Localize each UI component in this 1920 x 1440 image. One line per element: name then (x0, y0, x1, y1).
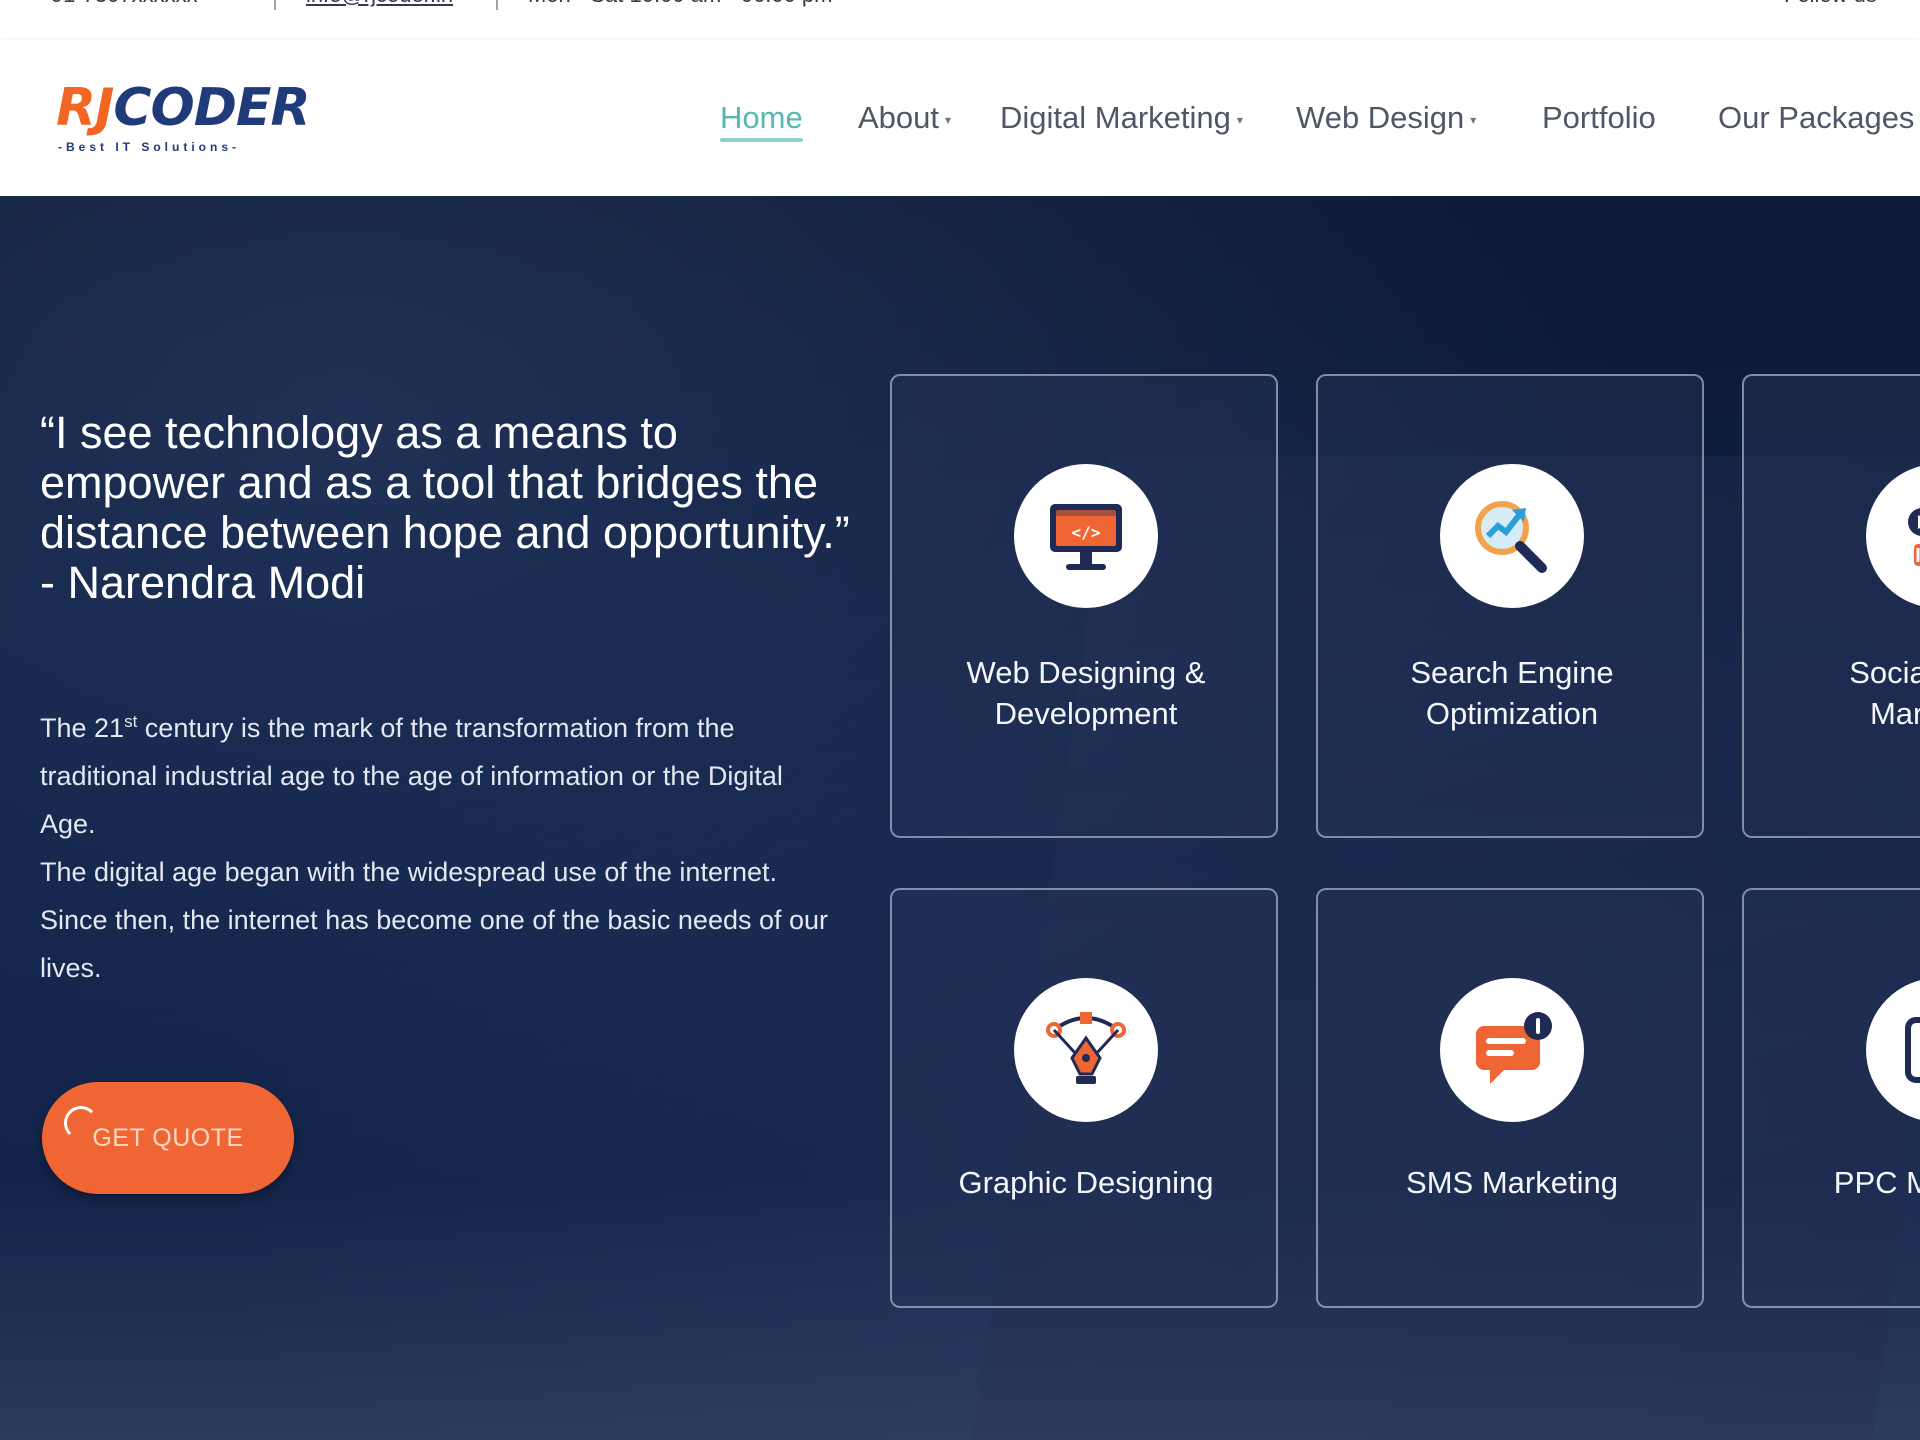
service-card-title-line1: Web Designing & (966, 655, 1206, 690)
service-card-sms-marketing[interactable]: SMS Marketing (1316, 888, 1704, 1308)
svg-text:</>: </> (1072, 523, 1101, 542)
service-card-title-line1: PPC Marketing (1833, 1165, 1920, 1200)
topbar-email[interactable]: info@rjcoder.in (306, 0, 453, 8)
nav-web-design[interactable]: Web Design ▾ (1296, 98, 1476, 140)
nav-our-packages-label: Our Packages (1718, 100, 1915, 135)
service-card-title-line2: Development (994, 696, 1178, 731)
site-logo[interactable]: RJCODER -Best IT Solutions- (56, 78, 310, 158)
nav-digital-marketing-label: Digital Marketing (1000, 100, 1231, 135)
hero-quote-text: “I see technology as a means to empower … (40, 407, 850, 558)
hero-paragraph-1-sup: st (124, 712, 138, 731)
service-card-seo[interactable]: Search Engine Optimization (1316, 374, 1704, 838)
logo-part-coder: CODER (113, 78, 310, 138)
seo-magnifier-icon (1440, 464, 1584, 608)
hero-description: The 21st century is the mark of the tran… (40, 704, 840, 992)
nav-portfolio-label: Portfolio (1542, 100, 1656, 135)
nav-about[interactable]: About ▾ (858, 98, 951, 140)
web-development-icon: </> (1014, 464, 1158, 608)
hero-quote-author: - Narendra Modi (40, 557, 366, 608)
service-card-title-line1: Search Engine (1410, 655, 1614, 690)
social-media-icon (1866, 464, 1920, 608)
loading-spinner-icon (64, 1106, 98, 1140)
service-card-graphic-design[interactable]: Graphic Designing (890, 888, 1278, 1308)
service-card-web-development[interactable]: </> Web Designing & Development (890, 374, 1278, 838)
service-card-title: Search Engine Optimization (1318, 652, 1702, 734)
hero-paragraph-1: The 21st century is the mark of the tran… (40, 704, 840, 848)
topbar-divider (274, 0, 276, 10)
nav-home[interactable]: Home (720, 98, 803, 142)
chevron-down-icon: ▾ (1470, 112, 1477, 127)
service-card-ppc-marketing[interactable]: PPC Marketing (1742, 888, 1920, 1308)
topbar-hours: Mon - Sat 10:00 am - 06:00 pm (528, 0, 833, 8)
logo-part-rj: RJ (56, 78, 114, 138)
topbar-divider (496, 0, 498, 10)
nav-active-underline (720, 138, 803, 142)
service-card-title-line1: Graphic Designing (958, 1165, 1214, 1200)
service-card-title: Graphic Designing (892, 1162, 1276, 1203)
service-card-title: SMS Marketing (1318, 1162, 1702, 1203)
hero-paragraph-1-start: The 21 (40, 713, 125, 743)
nav-our-packages[interactable]: Our Packages (1718, 98, 1914, 138)
hero-paragraph-1-end: century is the mark of the transformatio… (40, 713, 783, 839)
service-card-title: Social Media Marketing (1744, 652, 1920, 734)
ppc-icon (1866, 978, 1920, 1122)
main-navbar: RJCODER -Best IT Solutions- Home About ▾ … (0, 40, 1920, 196)
topbar-follow: Follow us (1784, 0, 1877, 8)
service-card-title-line1: Social Media (1849, 655, 1920, 690)
service-card-title-line1: SMS Marketing (1406, 1165, 1618, 1200)
hero-paragraph-2: The digital age began with the widesprea… (40, 857, 829, 983)
nav-about-label: About (858, 100, 940, 135)
get-quote-button[interactable]: GET QUOTE (42, 1082, 294, 1194)
logo-wordmark: RJCODER (56, 78, 310, 138)
graphic-design-pen-icon (1014, 978, 1158, 1122)
top-contact-bar: +91-7307xxxxxx info@rjcoder.in Mon - Sat… (0, 0, 1920, 42)
service-card-title-line2: Marketing (1869, 696, 1920, 731)
service-card-title-line2: Optimization (1425, 696, 1599, 731)
topbar-phone[interactable]: +91-7307xxxxxx (38, 0, 198, 8)
service-card-title: Web Designing & Development (892, 652, 1276, 734)
nav-portfolio[interactable]: Portfolio (1542, 98, 1656, 138)
logo-tagline: -Best IT Solutions- (58, 140, 240, 154)
chevron-down-icon: ▾ (945, 112, 952, 127)
hero-section: “I see technology as a means to empower … (0, 196, 1920, 1440)
nav-web-design-label: Web Design (1296, 100, 1465, 135)
sms-chat-icon (1440, 978, 1584, 1122)
get-quote-label: GET QUOTE (92, 1123, 244, 1152)
hero-quote: “I see technology as a means to empower … (40, 408, 860, 608)
nav-home-label: Home (720, 100, 803, 135)
nav-digital-marketing[interactable]: Digital Marketing ▾ (1000, 98, 1243, 140)
chevron-down-icon: ▾ (1236, 112, 1243, 127)
service-card-title: PPC Marketing (1744, 1162, 1920, 1203)
service-card-social-media[interactable]: Social Media Marketing (1742, 374, 1920, 838)
